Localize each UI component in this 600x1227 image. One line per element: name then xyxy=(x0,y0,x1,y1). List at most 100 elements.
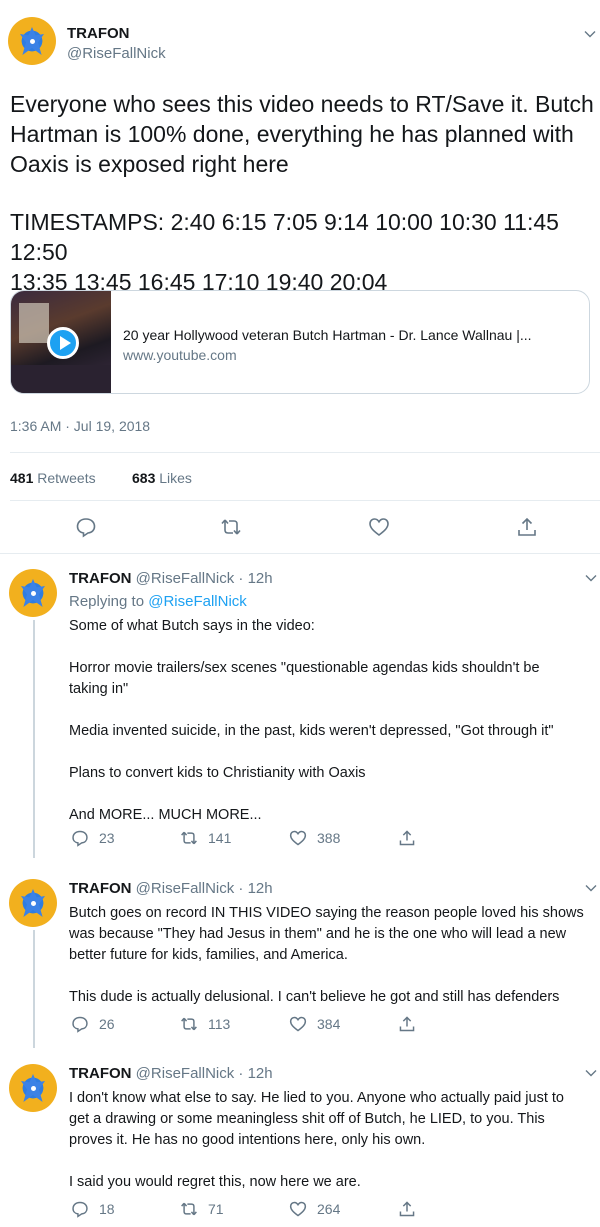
card-domain: www.youtube.com xyxy=(123,347,237,363)
retweet-count: 71 xyxy=(208,1201,224,1217)
author-name[interactable]: TRAFON xyxy=(67,25,130,42)
like-count: 388 xyxy=(317,830,341,846)
likes-stat[interactable]: 683 Likes xyxy=(132,470,192,486)
reply-icon xyxy=(72,830,88,847)
reply-text-line: was because "They had Jesus in them" and… xyxy=(69,926,567,942)
share-icon xyxy=(399,1201,415,1217)
tweet-timestamp[interactable]: 1:36 AM · Jul 19, 2018 xyxy=(10,418,150,434)
divider xyxy=(0,553,600,554)
play-icon[interactable] xyxy=(47,327,79,359)
likes-count: 683 xyxy=(132,470,156,486)
retweet-button[interactable]: 113 xyxy=(180,1014,230,1034)
retweet-icon xyxy=(181,1017,197,1031)
avatar-eye xyxy=(31,591,36,596)
avatar-eye xyxy=(30,39,35,44)
share-icon[interactable] xyxy=(516,516,538,538)
reply-button[interactable]: 18 xyxy=(71,1199,115,1219)
retweet-button[interactable]: 141 xyxy=(180,828,231,848)
replying-to-link[interactable]: @RiseFallNick xyxy=(148,593,247,610)
reply-text-line: Horror movie trailers/sex scenes "questi… xyxy=(69,660,540,676)
reply-header: TRAFON @RiseFallNick · 12h xyxy=(69,880,273,897)
tweet-text: Everyone who sees this video needs to RT… xyxy=(10,89,595,179)
retweet-icon[interactable] xyxy=(220,516,242,538)
reply-text: Some of what Butch says in the video: Ho… xyxy=(69,616,600,826)
reply-text-line: Some of what Butch says in the video: xyxy=(69,618,315,634)
reply-count: 23 xyxy=(99,830,115,846)
reply-text-line: And MORE... MUCH MORE... xyxy=(69,807,262,823)
share-icon xyxy=(399,830,415,846)
chevron-down-icon[interactable] xyxy=(584,571,598,585)
like-button[interactable]: 384 xyxy=(289,1014,340,1034)
reply-count: 26 xyxy=(99,1016,115,1032)
author-name[interactable]: TRAFON xyxy=(69,570,132,587)
retweet-icon xyxy=(181,1202,197,1216)
reply-text-line: I said you would regret this, now here w… xyxy=(69,1174,361,1190)
tweet-text-line: Everyone who sees this video needs to RT… xyxy=(10,91,594,117)
reply-button[interactable]: 23 xyxy=(71,828,115,848)
avatar[interactable] xyxy=(9,1064,57,1112)
likes-label: Likes xyxy=(159,470,192,486)
retweet-count: 113 xyxy=(208,1016,231,1032)
chevron-down-icon[interactable] xyxy=(584,1066,598,1080)
author-name[interactable]: TRAFON xyxy=(69,1065,132,1082)
like-icon xyxy=(289,1016,307,1032)
like-count: 264 xyxy=(317,1201,341,1217)
reply-text-line: Media invented suicide, in the past, kid… xyxy=(69,723,554,739)
retweets-count: 481 xyxy=(10,470,34,486)
card-title[interactable]: 20 year Hollywood veteran Butch Hartman … xyxy=(123,327,532,343)
like-button[interactable]: 388 xyxy=(289,828,340,848)
avatar-eye xyxy=(31,1086,36,1091)
reply-icon xyxy=(72,1201,88,1218)
retweets-label: Retweets xyxy=(37,470,96,486)
replying-to-prefix: Replying to xyxy=(69,593,145,610)
retweets-stat[interactable]: 481 Retweets xyxy=(10,470,96,486)
reply-text-line: taking in" xyxy=(69,681,129,697)
reply-header: TRAFON @RiseFallNick · 12h xyxy=(69,1065,273,1082)
reply-text: I don't know what else to say. He lied t… xyxy=(69,1088,600,1193)
divider xyxy=(10,452,600,453)
like-icon[interactable] xyxy=(368,516,390,538)
author-handle-time[interactable]: @RiseFallNick · 12h xyxy=(136,570,273,587)
reply-text-line: I don't know what else to say. He lied t… xyxy=(69,1090,564,1106)
share-button[interactable] xyxy=(398,1199,426,1219)
chevron-down-icon[interactable] xyxy=(584,881,598,895)
replying-to: Replying to @RiseFallNick xyxy=(69,593,247,610)
divider xyxy=(10,500,600,501)
share-button[interactable] xyxy=(398,1014,426,1034)
reply-header: TRAFON @RiseFallNick · 12h xyxy=(69,570,273,587)
reply-text-line: proves it. He has no good intentions her… xyxy=(69,1132,426,1148)
reply-text-line: Plans to convert kids to Christianity wi… xyxy=(69,765,366,781)
avatar-eye xyxy=(31,901,36,906)
author-handle-time[interactable]: @RiseFallNick · 12h xyxy=(136,1065,273,1082)
reply-text-line: better future for kids, families, and Am… xyxy=(69,947,348,963)
tweet-timestamps-text: TIMESTAMPS: 2:40 6:15 7:05 9:14 10:00 10… xyxy=(10,207,595,297)
avatar[interactable] xyxy=(8,17,56,65)
retweet-count: 141 xyxy=(208,830,232,846)
like-count: 384 xyxy=(317,1016,341,1032)
reply-text-line: This dude is actually delusional. I can'… xyxy=(69,989,560,1005)
avatar[interactable] xyxy=(9,879,57,927)
thread-line xyxy=(33,930,35,1048)
reply-text: Butch goes on record IN THIS VIDEO sayin… xyxy=(69,903,600,1008)
share-button[interactable] xyxy=(398,828,426,848)
tweet-text-line: Oaxis is exposed right here xyxy=(10,151,289,177)
reply-text-line: Butch goes on record IN THIS VIDEO sayin… xyxy=(69,905,584,921)
reply-icon xyxy=(72,1016,88,1033)
tweet-text-line: Hartman is 100% done, everything he has … xyxy=(10,121,574,147)
avatar[interactable] xyxy=(9,569,57,617)
retweet-button[interactable]: 71 xyxy=(180,1199,224,1219)
like-icon xyxy=(289,830,307,846)
tweet-text-line: TIMESTAMPS: 2:40 6:15 7:05 9:14 10:00 10… xyxy=(10,209,559,265)
reply-icon[interactable] xyxy=(75,516,97,538)
reply-button[interactable]: 26 xyxy=(71,1014,115,1034)
like-icon xyxy=(289,1201,307,1217)
author-handle-time[interactable]: @RiseFallNick · 12h xyxy=(136,880,273,897)
author-handle[interactable]: @RiseFallNick xyxy=(67,45,166,62)
like-button[interactable]: 264 xyxy=(289,1199,340,1219)
reply-text-line: get a drawing or some meaningless shit o… xyxy=(69,1111,545,1127)
thread-line xyxy=(33,620,35,858)
link-card[interactable]: 20 year Hollywood veteran Butch Hartman … xyxy=(10,290,590,394)
reply-count: 18 xyxy=(99,1201,115,1217)
chevron-down-icon[interactable] xyxy=(583,27,597,41)
author-name[interactable]: TRAFON xyxy=(69,880,132,897)
